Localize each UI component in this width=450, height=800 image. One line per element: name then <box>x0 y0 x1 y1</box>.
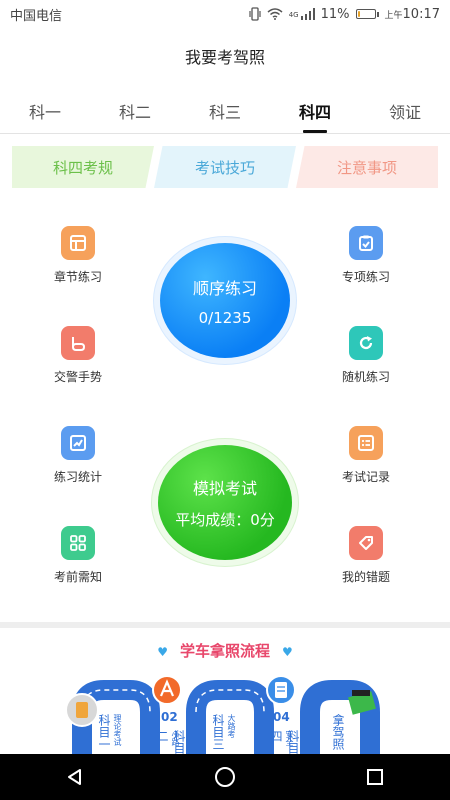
time-period: 上午 <box>384 10 403 21</box>
step-5-label: 拿驾照 <box>331 714 345 750</box>
flow-title-text: 学车拿照流程 <box>179 642 270 660</box>
home-icon[interactable] <box>214 766 236 788</box>
traffic-gesture-label: 交警手势 <box>53 370 102 384</box>
step-4-number: 04 <box>273 710 290 724</box>
signal-icon <box>300 8 315 20</box>
vibrate-icon <box>249 7 261 21</box>
tab-subject-3[interactable]: 科三 <box>203 96 247 133</box>
status-bar: 中国电信 4G 11% 上午10:17 <box>0 0 450 28</box>
status-indicators: 4G 11% 上午10:17 <box>249 7 440 22</box>
clipboard-check-icon <box>349 226 383 260</box>
flow-section-title: ♥ 学车拿照流程 ♥ <box>0 640 450 661</box>
tab-subject-2[interactable]: 科二 <box>113 96 157 133</box>
book-icon <box>61 226 95 260</box>
tab-subject-4[interactable]: 科四 <box>293 96 337 133</box>
tab-license[interactable]: 领证 <box>383 96 427 133</box>
step-4-sub: 安全 <box>285 730 294 746</box>
exam-rules-button[interactable]: 科四考规 <box>12 146 154 188</box>
average-score: 平均成绩：0分 <box>175 511 275 529</box>
carrier-name: 中国电信 <box>10 8 63 24</box>
sequential-practice-button[interactable]: 顺序练习 0/1235 <box>160 243 290 358</box>
step-2-number: 02 <box>161 710 178 724</box>
flow-diagram: 科目一 理论考试 02 科目二 小路 科目三 大路考 04 科目四 安全 拿驾照 <box>0 672 450 754</box>
tag-icon <box>349 526 383 560</box>
section-divider <box>0 622 450 628</box>
heart-icon: ♥ <box>282 645 293 659</box>
exam-records-button[interactable]: 考试记录 <box>326 426 406 485</box>
my-mistakes-button[interactable]: 我的错题 <box>326 526 406 585</box>
sequential-progress: 0/1235 <box>198 308 252 327</box>
battery-icon <box>355 9 379 19</box>
pre-exam-notice-label: 考前需知 <box>53 570 102 584</box>
list-icon <box>349 426 383 460</box>
precautions-button[interactable]: 注意事项 <box>296 146 438 188</box>
step-1-sub: 理论考试 <box>113 714 122 746</box>
network-type: 4G <box>288 10 299 19</box>
hand-icon <box>61 326 95 360</box>
mock-exam-button[interactable]: 模拟考试 平均成绩：0分 <box>158 445 292 560</box>
subject-tabs: 科一 科二 科三 科四 领证 <box>0 96 450 134</box>
chart-icon <box>61 426 95 460</box>
chapter-practice-button[interactable]: 章节练习 <box>38 226 118 285</box>
system-nav-bar <box>0 754 450 800</box>
refresh-icon <box>349 326 383 360</box>
step-3-sub: 大路考 <box>227 714 236 738</box>
tab-subject-1[interactable]: 科一 <box>23 96 67 133</box>
my-mistakes-label: 我的错题 <box>341 570 390 584</box>
sequential-practice-title: 顺序练习 <box>192 278 257 298</box>
paper-icon <box>275 682 287 698</box>
heart-icon: ♥ <box>157 645 168 659</box>
step-2-sub: 小路 <box>171 730 180 746</box>
traffic-gesture-button[interactable]: 交警手势 <box>38 326 118 385</box>
pre-exam-notice-button[interactable]: 考前需知 <box>38 526 118 585</box>
checkered-flag-icon <box>352 690 370 696</box>
step-3-label: 科目三 <box>211 714 225 750</box>
practice-stats-button[interactable]: 练习统计 <box>38 426 118 485</box>
mock-exam-title: 模拟考试 <box>192 479 257 498</box>
clock: 10:17 <box>402 6 440 22</box>
battery-percent: 11% <box>320 6 350 22</box>
wifi-icon <box>267 8 283 20</box>
page-title: 我要考驾照 <box>184 48 265 67</box>
chapter-practice-label: 章节练习 <box>53 270 102 284</box>
special-practice-button[interactable]: 专项练习 <box>326 226 406 285</box>
category-banners: 科四考规 考试技巧 注意事项 <box>12 146 438 188</box>
back-icon[interactable] <box>65 767 85 787</box>
grid-icon <box>61 526 95 560</box>
recents-icon[interactable] <box>365 767 385 787</box>
exam-tips-button[interactable]: 考试技巧 <box>154 146 296 188</box>
step-1-label: 科目一 <box>97 714 111 750</box>
special-practice-label: 专项练习 <box>341 270 390 284</box>
document-icon <box>76 702 88 718</box>
random-practice-button[interactable]: 随机练习 <box>326 326 406 385</box>
exam-records-label: 考试记录 <box>341 470 390 484</box>
practice-stats-label: 练习统计 <box>53 470 102 484</box>
random-practice-label: 随机练习 <box>341 370 390 384</box>
